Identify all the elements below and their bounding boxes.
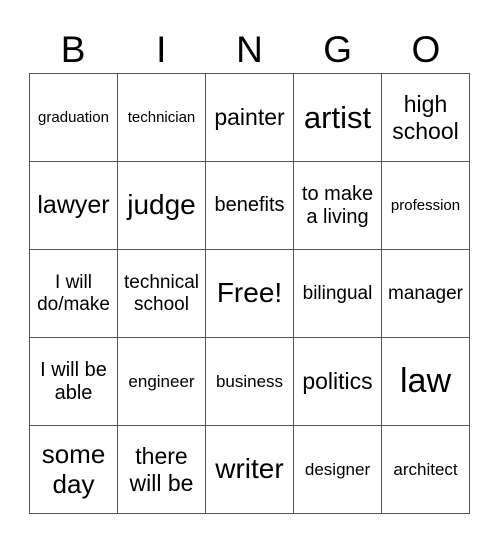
bingo-cell[interactable]: writer <box>206 426 294 514</box>
bingo-cell[interactable]: designer <box>294 426 382 514</box>
bingo-cell[interactable]: manager <box>382 250 470 338</box>
bingo-cell[interactable]: judge <box>118 162 206 250</box>
bingo-cell[interactable]: politics <box>294 338 382 426</box>
bingo-cell[interactable]: benefits <box>206 162 294 250</box>
bingo-card: graduation technician painter artist hig… <box>29 73 470 514</box>
bingo-cell[interactable]: artist <box>294 74 382 162</box>
bingo-cell[interactable]: there will be <box>118 426 206 514</box>
bingo-cell[interactable]: profession <box>382 162 470 250</box>
bingo-cell[interactable]: engineer <box>118 338 206 426</box>
bingo-cell[interactable]: technical school <box>118 250 206 338</box>
bingo-cell[interactable]: technician <box>118 74 206 162</box>
bingo-cell[interactable]: graduation <box>30 74 118 162</box>
bingo-cell[interactable]: law <box>382 338 470 426</box>
bingo-cell[interactable]: business <box>206 338 294 426</box>
bingo-cell[interactable]: high school <box>382 74 470 162</box>
header-letter-i: I <box>156 29 167 70</box>
bingo-cell[interactable]: some day <box>30 426 118 514</box>
bingo-cell[interactable]: to make a living <box>294 162 382 250</box>
bingo-cell[interactable]: painter <box>206 74 294 162</box>
bingo-header: B I N G O <box>29 28 470 72</box>
header-letter-o: O <box>411 29 441 70</box>
bingo-cell[interactable]: I will be able <box>30 338 118 426</box>
bingo-cell[interactable]: architect <box>382 426 470 514</box>
header-letter-b: B <box>60 29 86 70</box>
header-letter-g: G <box>323 29 353 70</box>
bingo-cell[interactable]: lawyer <box>30 162 118 250</box>
header-letter-n: N <box>236 29 263 70</box>
bingo-cell[interactable]: bilingual <box>294 250 382 338</box>
bingo-cell[interactable]: I will do/make <box>30 250 118 338</box>
free-space-cell[interactable]: Free! <box>206 250 294 338</box>
